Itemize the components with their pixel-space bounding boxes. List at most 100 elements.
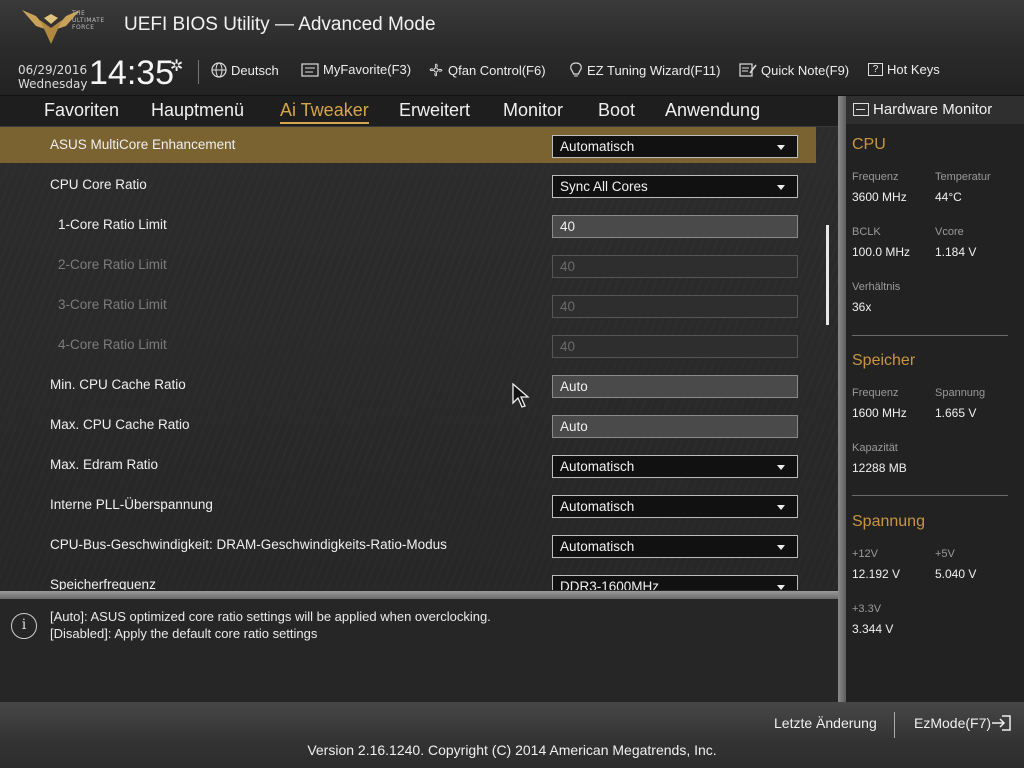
language-button[interactable]: Deutsch <box>211 62 279 78</box>
multicore-dropdown[interactable]: Automatisch <box>552 135 798 158</box>
header-divider <box>198 60 199 84</box>
hot-keys-button[interactable]: ? Hot Keys <box>868 62 940 77</box>
mem-freq-value: 1600 MHz <box>852 406 907 420</box>
vcore-label: Vcore <box>935 226 964 238</box>
memory-frequency-dropdown[interactable]: DDR3-1600MHz <box>552 575 798 590</box>
gear-icon[interactable]: ✲ <box>170 56 183 75</box>
setting-row-bus-speed[interactable]: CPU-Bus-Geschwindigkeit: DRAM-Geschwindi… <box>0 527 816 563</box>
qfan-label: Qfan Control(F6) <box>448 62 546 78</box>
tab-anwendung[interactable]: Anwendung <box>665 100 760 121</box>
mem-volt-value: 1.665 V <box>935 406 977 420</box>
setting-label: Max. Edram Ratio <box>50 457 159 472</box>
cpu-heading: CPU <box>852 136 886 153</box>
core3-ratio-input: 40 <box>552 295 798 318</box>
logo-text: THE ULTIMATE FORCE <box>72 10 105 31</box>
exit-icon[interactable] <box>990 714 1012 732</box>
ez-tuning-label: EZ Tuning Wizard(F11) <box>587 62 721 78</box>
max-edram-dropdown[interactable]: Automatisch <box>552 455 798 478</box>
myfavorite-button[interactable]: MyFavorite(F3) <box>301 62 411 77</box>
cpu-freq-value: 3600 MHz <box>852 190 907 204</box>
qfan-control-button[interactable]: Qfan Control(F6) <box>428 62 546 78</box>
tab-ai-tweaker[interactable]: Ai Tweaker <box>280 100 369 124</box>
setting-row-max-edram[interactable]: Max. Edram Ratio Automatisch <box>0 447 816 483</box>
ez-tuning-wizard-button[interactable]: EZ Tuning Wizard(F11) <box>569 62 720 78</box>
v33-label: +3.3V <box>852 603 882 615</box>
mem-capacity-label: Kapazität <box>852 442 898 454</box>
cpu-freq-label: Frequenz <box>852 171 899 183</box>
tab-hauptmenu[interactable]: Hauptmenü <box>151 100 244 121</box>
mem-capacity-value: 12288 MB <box>852 461 907 475</box>
cpu-temp-value: 44°C <box>935 190 962 204</box>
core1-ratio-input[interactable]: 40 <box>552 215 798 238</box>
myfavorite-label: MyFavorite(F3) <box>323 62 412 77</box>
setting-label: 2-Core Ratio Limit <box>58 257 167 272</box>
setting-row-max-cache[interactable]: Max. CPU Cache Ratio Auto <box>0 407 816 443</box>
help-divider <box>0 591 838 599</box>
footer-bar: Letzte Änderung EzMode(F7) Version 2.16.… <box>0 702 1024 768</box>
ezmode-button[interactable]: EzMode(F7) <box>914 715 991 731</box>
note-edit-icon <box>739 63 757 77</box>
ratio-value: 36x <box>852 300 872 314</box>
weekday-text: Wednesday <box>18 77 88 91</box>
date-text: 06/29/2016 <box>18 63 88 77</box>
hardware-monitor-panel: Hardware Monitor CPU Frequenz Temperatur… <box>846 96 1024 702</box>
last-change-button[interactable]: Letzte Änderung <box>774 715 877 731</box>
quick-note-label: Quick Note(F9) <box>761 62 850 78</box>
bclk-label: BCLK <box>852 226 881 238</box>
info-icon: i <box>11 613 37 639</box>
core4-ratio-input: 40 <box>552 335 798 358</box>
memory-heading: Speicher <box>852 352 916 369</box>
bus-speed-dropdown[interactable]: Automatisch <box>552 535 798 558</box>
setting-row-cpu-core-ratio[interactable]: CPU Core Ratio Sync All Cores <box>0 167 816 203</box>
voltage-heading: Spannung <box>852 513 925 530</box>
hot-keys-label: Hot Keys <box>887 62 940 77</box>
setting-row-core1[interactable]: 1-Core Ratio Limit 40 <box>0 207 816 243</box>
time-display: 14:35 <box>89 54 175 92</box>
copyright-text: Version 2.16.1240. Copyright (C) 2014 Am… <box>307 742 717 758</box>
dropdown-arrow-icon <box>777 505 785 510</box>
setting-row-min-cache[interactable]: Min. CPU Cache Ratio Auto <box>0 367 816 403</box>
tab-monitor[interactable]: Monitor <box>503 100 563 121</box>
setting-row-multicore[interactable]: ASUS MultiCore Enhancement Automatisch <box>0 127 816 163</box>
bclk-value: 100.0 MHz <box>852 245 911 259</box>
setting-label: Speicherfrequenz <box>50 577 156 590</box>
v33-value: 3.344 V <box>852 622 894 636</box>
tab-boot[interactable]: Boot <box>598 100 635 121</box>
top-header: THE ULTIMATE FORCE UEFI BIOS Utility — A… <box>0 0 1024 96</box>
panel-divider <box>838 96 846 702</box>
setting-row-core2: 2-Core Ratio Limit 40 <box>0 247 816 283</box>
section-divider <box>852 335 1008 336</box>
quick-note-button[interactable]: Quick Note(F9) <box>739 62 849 78</box>
date-display: 06/29/2016 Wednesday <box>18 63 87 91</box>
main-tabs: Favoriten Hauptmenü Ai Tweaker Erweitert… <box>0 96 838 127</box>
max-cache-ratio-input[interactable]: Auto <box>552 415 798 438</box>
question-icon: ? <box>868 63 883 76</box>
core2-ratio-input: 40 <box>552 255 798 278</box>
mem-freq-label: Frequenz <box>852 387 899 399</box>
setting-row-pll[interactable]: Interne PLL-Überspannung Automatisch <box>0 487 816 523</box>
tab-erweitert[interactable]: Erweitert <box>399 100 470 121</box>
favorite-list-icon <box>301 62 319 77</box>
cpu-core-ratio-dropdown[interactable]: Sync All Cores <box>552 175 798 198</box>
mem-volt-label: Spannung <box>935 387 986 399</box>
setting-label: 1-Core Ratio Limit <box>58 217 167 232</box>
dropdown-arrow-icon <box>777 585 785 590</box>
settings-list: ASUS MultiCore Enhancement Automatisch C… <box>0 127 838 590</box>
v5-value: 5.040 V <box>935 567 977 581</box>
hardware-monitor-title: Hardware Monitor <box>846 96 1024 124</box>
setting-label: CPU-Bus-Geschwindigkeit: DRAM-Geschwindi… <box>50 537 447 552</box>
tab-favoriten[interactable]: Favoriten <box>44 100 119 121</box>
setting-label: 3-Core Ratio Limit <box>58 297 167 312</box>
v12-value: 12.192 V <box>852 567 901 581</box>
help-panel: i [Auto]: ASUS optimized core ratio sett… <box>0 599 838 701</box>
ratio-label: Verhältnis <box>852 281 901 293</box>
vcore-value: 1.184 V <box>935 245 977 259</box>
setting-label: ASUS MultiCore Enhancement <box>50 137 236 152</box>
setting-row-mem-freq[interactable]: Speicherfrequenz DDR3-1600MHz <box>0 567 816 590</box>
language-label: Deutsch <box>231 62 279 78</box>
fan-icon <box>429 63 443 77</box>
min-cache-ratio-input[interactable]: Auto <box>552 375 798 398</box>
pll-overvoltage-dropdown[interactable]: Automatisch <box>552 495 798 518</box>
settings-scrollbar[interactable] <box>826 225 829 325</box>
app-title: UEFI BIOS Utility — Advanced Mode <box>124 14 436 35</box>
